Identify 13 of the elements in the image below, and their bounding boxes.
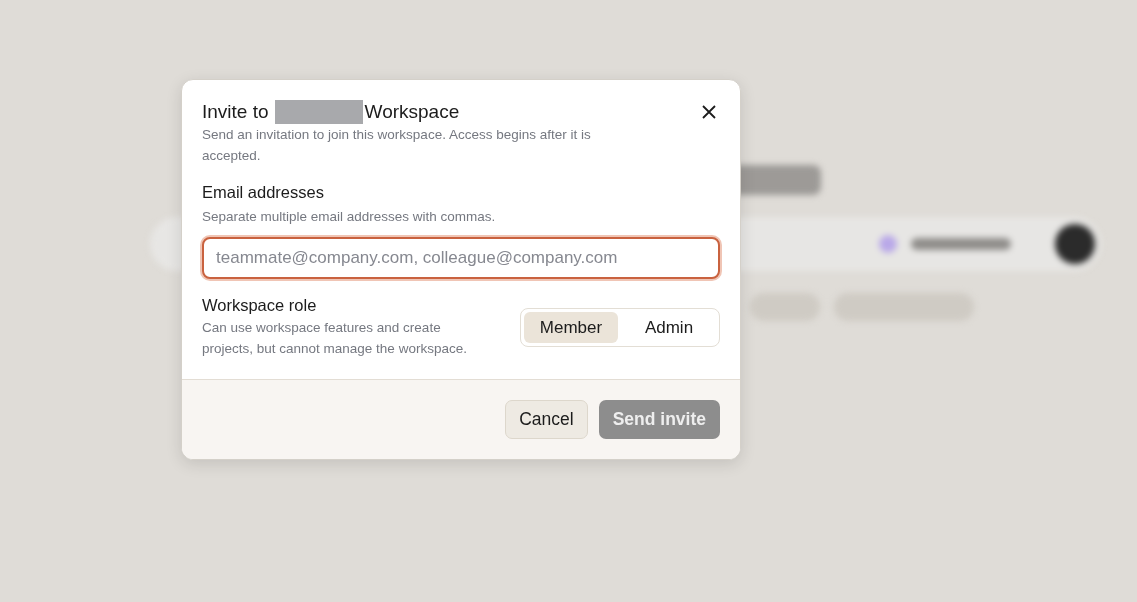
role-option[interactable]: Member: [524, 312, 618, 343]
dialog-title: Invite to: [202, 101, 269, 123]
field-hint: Separate multiple email addresses with commas.: [202, 208, 497, 226]
role-description: Can use workspace features and create projects, but cannot manage the workspace.: [202, 319, 468, 358]
dialog-title: Workspace: [364, 101, 460, 123]
role-option[interactable]: Admin: [622, 312, 716, 343]
email-input[interactable]: teammate@company.com, colleague@company.com: [202, 237, 720, 279]
dialog-description: Send an invitation to join this workspace. Access begins after it is accepted.: [202, 126, 592, 165]
field-label: Email addresses: [202, 183, 325, 202]
model-icon: [879, 235, 897, 253]
cancel-button[interactable]: Cancel: [505, 400, 588, 439]
close-icon: [702, 105, 716, 119]
field-label: Workspace role: [202, 296, 318, 315]
